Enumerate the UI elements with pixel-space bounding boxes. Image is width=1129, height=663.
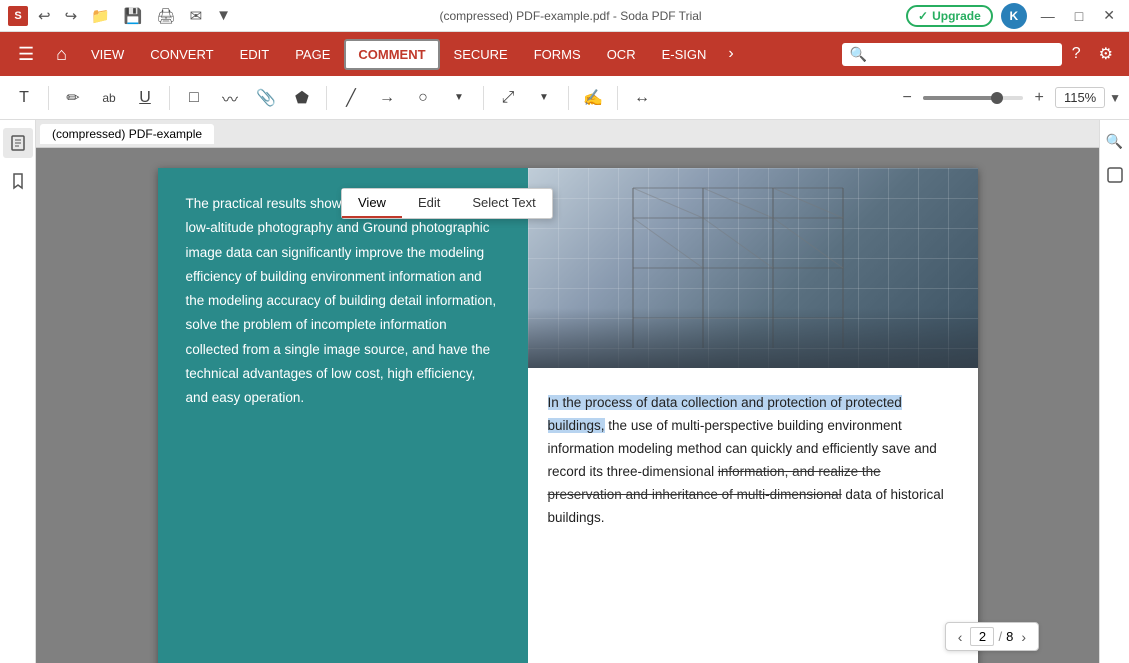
toolbar-divider-3: [326, 86, 327, 110]
freehand-tool-btn[interactable]: 〰: [214, 82, 246, 114]
zoom-slider[interactable]: [923, 96, 1023, 100]
menu-edit[interactable]: EDIT: [228, 41, 282, 68]
highlight-tool-btn[interactable]: ab: [93, 82, 125, 114]
context-menu-select-text[interactable]: Select Text: [456, 189, 551, 218]
zoom-plus-btn[interactable]: +: [1027, 86, 1051, 110]
right-search-icon[interactable]: 🔍: [1102, 128, 1128, 154]
doc-image-overlay: [528, 308, 978, 368]
context-menu-view[interactable]: View: [342, 189, 402, 218]
line-tool-btn[interactable]: ╱: [335, 82, 367, 114]
main-layout: (compressed) PDF-example View Edit Selec…: [0, 120, 1129, 663]
title-bar-right: ✓ Upgrade K — □ ✕: [906, 3, 1121, 29]
redo-btn[interactable]: ↪: [61, 5, 82, 27]
menu-more-btn[interactable]: ›: [720, 39, 741, 69]
page-separator: /: [998, 629, 1002, 644]
sign-tool-btn[interactable]: ✍: [577, 82, 609, 114]
context-menu-edit[interactable]: Edit: [402, 189, 456, 218]
toolbar-divider-4: [483, 86, 484, 110]
page-next-btn[interactable]: ›: [1017, 629, 1030, 645]
file-title: (compressed) PDF-example.pdf - Soda PDF …: [235, 9, 906, 23]
clip-tool-btn[interactable]: 📎: [250, 82, 282, 114]
toolbar-divider-1: [48, 86, 49, 110]
tab-bar: (compressed) PDF-example: [36, 120, 1099, 148]
doc-left-column: The practical results show that through …: [158, 168, 528, 663]
app-logo: S: [8, 6, 28, 26]
doc-image: [528, 168, 978, 368]
shape-dropdown-btn[interactable]: ▼: [443, 82, 475, 114]
search-input[interactable]: [873, 47, 1054, 62]
doc-area: (compressed) PDF-example View Edit Selec…: [36, 120, 1099, 663]
home-menu[interactable]: ⌂: [46, 38, 77, 71]
toolbar-divider-5: [568, 86, 569, 110]
toolbar-divider-2: [169, 86, 170, 110]
print-btn[interactable]: 🖨: [153, 5, 180, 27]
zoom-value[interactable]: 115%: [1055, 87, 1105, 108]
menu-secure[interactable]: SECURE: [442, 41, 520, 68]
doc-text-area: In the process of data collection and pr…: [528, 368, 978, 663]
menu-bar: ☰ ⌂ VIEW CONVERT EDIT PAGE COMMENT SECUR…: [0, 32, 1129, 76]
doc-left-text: The practical results show that through …: [186, 192, 500, 411]
title-bar-left: S ↩ ↪ 📁 💾 🖨 ✉ ▼: [8, 5, 235, 27]
menu-forms[interactable]: FORMS: [522, 41, 593, 68]
menu-ocr[interactable]: OCR: [595, 41, 648, 68]
maximize-btn[interactable]: □: [1069, 6, 1089, 26]
right-expand-icon[interactable]: [1102, 162, 1128, 188]
doc-right-text: In the process of data collection and pr…: [548, 392, 958, 530]
close-btn[interactable]: ✕: [1097, 5, 1121, 26]
help-icon[interactable]: ?: [1064, 41, 1089, 67]
area-tool-btn[interactable]: ⤢: [492, 82, 524, 114]
toolbar-divider-6: [617, 86, 618, 110]
open-btn[interactable]: 📁: [87, 5, 114, 27]
text-tool-btn[interactable]: T: [8, 82, 40, 114]
tab-pdf-example[interactable]: (compressed) PDF-example: [40, 124, 214, 144]
settings-icon[interactable]: ⚙: [1091, 40, 1121, 68]
menu-comment[interactable]: COMMENT: [344, 39, 439, 70]
title-bar: S ↩ ↪ 📁 💾 🖨 ✉ ▼ (compressed) PDF-example…: [0, 0, 1129, 32]
menu-esign[interactable]: E-SIGN: [650, 41, 719, 68]
toolbar: T ✏ ab U □ 〰 📎 ⬟ ╱ → ○ ▼ ⤢ ▼ ✍ ↔ − + 115…: [0, 76, 1129, 120]
context-menu: View Edit Select Text: [341, 188, 553, 219]
doc-right-column: In the process of data collection and pr…: [528, 168, 978, 663]
search-icon: 🔍: [850, 46, 867, 63]
doc-scroll[interactable]: The practical results show that through …: [36, 148, 1099, 663]
zoom-controls: − + 115% ▼: [895, 86, 1121, 110]
email-btn[interactable]: ✉: [186, 5, 207, 27]
more-btn[interactable]: ▼: [212, 5, 235, 26]
zoom-minus-btn[interactable]: −: [895, 86, 919, 110]
zoom-dropdown-btn[interactable]: ▼: [1109, 91, 1121, 105]
pen-tool-btn[interactable]: ✏: [57, 82, 89, 114]
arrow-tool-btn[interactable]: →: [371, 82, 403, 114]
search-box[interactable]: 🔍: [842, 43, 1062, 66]
stamp-tool-btn[interactable]: ⬟: [286, 82, 318, 114]
hamburger-menu[interactable]: ☰: [8, 38, 44, 71]
doc-page: The practical results show that through …: [158, 168, 978, 663]
menu-page[interactable]: PAGE: [283, 41, 342, 68]
zoom-slider-thumb[interactable]: [991, 92, 1003, 104]
undo-btn[interactable]: ↩: [34, 5, 55, 27]
area-dropdown-btn[interactable]: ▼: [528, 82, 560, 114]
box-tool-btn[interactable]: □: [178, 82, 210, 114]
upgrade-button[interactable]: ✓ Upgrade: [906, 5, 993, 27]
avatar[interactable]: K: [1001, 3, 1027, 29]
menu-view[interactable]: VIEW: [79, 41, 136, 68]
minimize-btn[interactable]: —: [1035, 6, 1061, 26]
page-total: 8: [1006, 629, 1013, 644]
upgrade-check-icon: ✓: [918, 9, 928, 23]
measure-tool-btn[interactable]: ↔: [626, 82, 658, 114]
page-navigation: ‹ 2 / 8 ›: [945, 622, 1039, 651]
menu-convert[interactable]: CONVERT: [138, 41, 225, 68]
sidebar-pages-icon[interactable]: [3, 128, 33, 158]
right-panel: 🔍: [1099, 120, 1129, 663]
page-prev-btn[interactable]: ‹: [954, 629, 967, 645]
sidebar-bookmark-icon[interactable]: [3, 166, 33, 196]
zoom-slider-fill: [923, 96, 993, 100]
left-sidebar: [0, 120, 36, 663]
page-current[interactable]: 2: [970, 627, 994, 646]
save-btn[interactable]: 💾: [120, 5, 147, 27]
underline-tool-btn[interactable]: U: [129, 82, 161, 114]
ellipse-tool-btn[interactable]: ○: [407, 82, 439, 114]
